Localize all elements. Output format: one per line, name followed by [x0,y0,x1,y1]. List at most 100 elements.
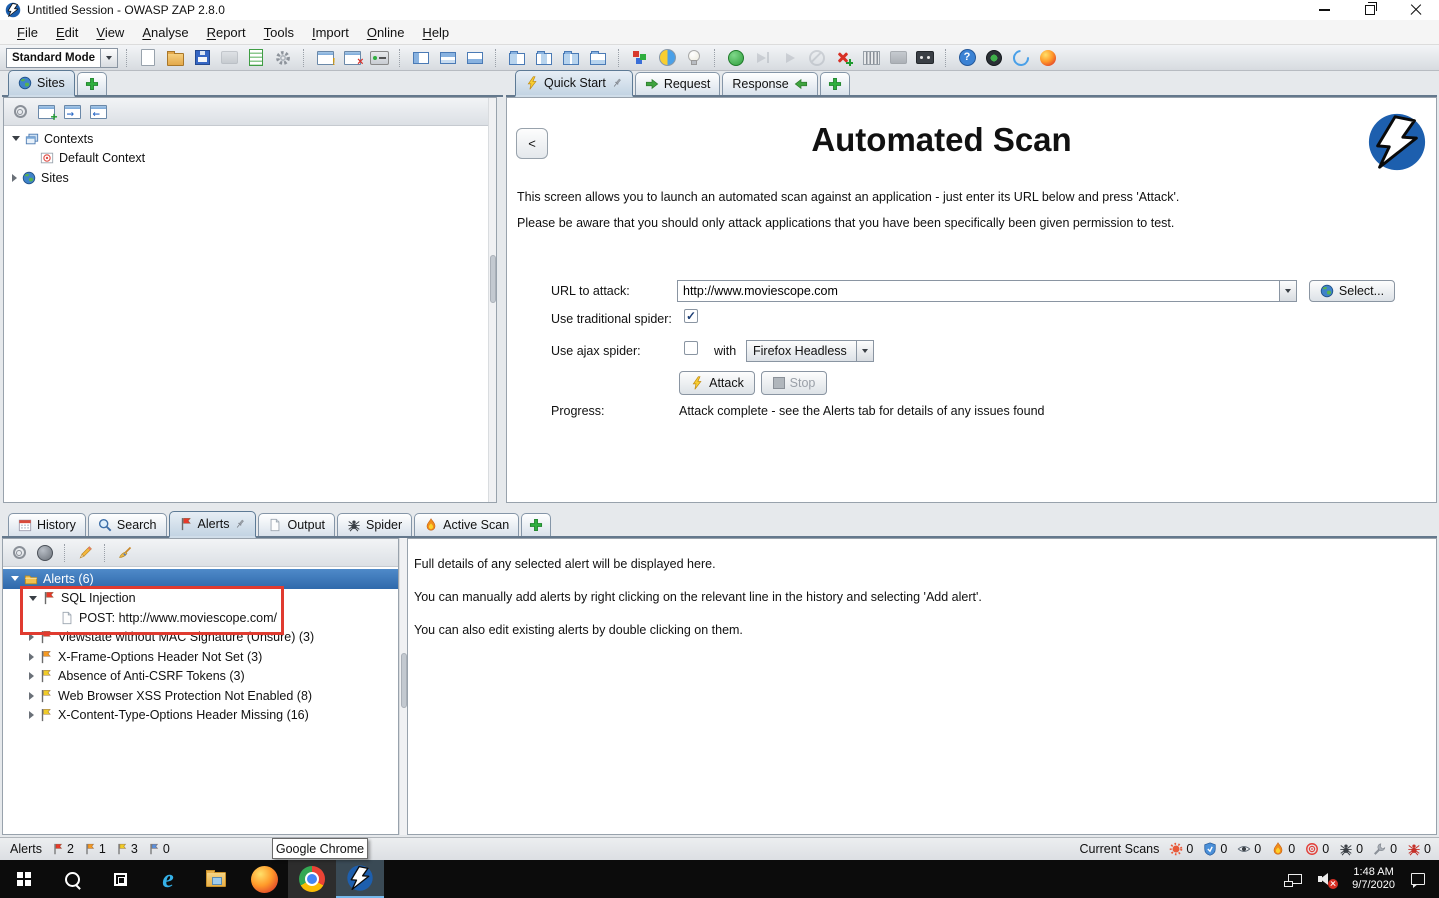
menu-view[interactable]: View [87,23,133,42]
sites-add-tab-button[interactable] [77,72,107,95]
menu-report[interactable]: Report [198,23,255,42]
tab-view-c-button[interactable] [559,47,583,69]
sites-scrollbar-thumb[interactable] [490,255,496,303]
tab-history[interactable]: History [8,513,86,536]
menu-file[interactable]: File [8,23,47,42]
browser-launch-button[interactable] [1009,47,1033,69]
hints-button[interactable] [682,47,706,69]
stop-button[interactable]: Stop [761,371,827,395]
tree-item-default-context[interactable]: Default Context [4,149,496,169]
expander-down-icon[interactable] [11,576,19,581]
menu-tools[interactable]: Tools [255,23,303,42]
browser-select[interactable]: Firefox Headless [746,340,874,362]
select-button[interactable]: Select... [1309,280,1395,302]
session-scope-button[interactable] [340,47,364,69]
tab-response[interactable]: Response [722,72,817,95]
menu-import[interactable]: Import [303,23,358,42]
tab-alerts[interactable]: Alerts [169,511,257,538]
alerts-scrollbar[interactable] [399,538,407,835]
alert-row-content-type[interactable]: X-Content-Type-Options Header Missing (1… [3,706,398,726]
layout-split-button[interactable] [436,47,460,69]
url-input[interactable] [678,284,1279,298]
chrome-taskbar-button[interactable] [288,860,336,898]
workspace-add-tab-button[interactable] [820,72,850,95]
check-updates-button[interactable] [655,47,679,69]
sites-scope-button[interactable] [8,101,32,123]
tab-view-a-button[interactable] [505,47,529,69]
alerts-globe-button[interactable] [33,542,57,564]
taskbar-search-button[interactable] [48,860,96,898]
network-icon[interactable] [1288,874,1302,884]
menu-help[interactable]: Help [413,23,458,42]
alert-row-xframe[interactable]: X-Frame-Options Header Not Set (3) [3,647,398,667]
alert-row-csrf[interactable]: Absence of Anti-CSRF Tokens (3) [3,667,398,687]
snapshot-session-button[interactable] [217,47,241,69]
sites-scrollbar[interactable] [488,98,496,502]
internet-explorer-button[interactable]: e [144,860,192,898]
minimize-button[interactable] [1301,0,1347,20]
zap-taskbar-button[interactable] [336,860,384,898]
clear-alerts-button[interactable] [113,542,137,564]
manage-addons-button[interactable] [628,47,652,69]
alerts-scope-button[interactable] [7,542,31,564]
break-add-button[interactable] [832,47,856,69]
import-context-button[interactable] [60,101,84,123]
tab-quick-start[interactable]: Quick Start [515,70,633,97]
expander-right-icon[interactable] [12,174,17,182]
tab-active-scan[interactable]: Active Scan [414,513,519,536]
help-button[interactable] [955,47,979,69]
restore-button[interactable] [1347,0,1393,20]
record-button[interactable] [724,47,748,69]
ajax-spider-checkbox[interactable] [684,341,698,355]
menu-edit[interactable]: Edit [47,23,87,42]
firefox-launch-button[interactable] [1036,47,1060,69]
layout-full-button[interactable] [463,47,487,69]
alert-row-xss-protection[interactable]: Web Browser XSS Protection Not Enabled (… [3,686,398,706]
volume-muted-icon[interactable] [1318,872,1336,886]
mode-toggle-button[interactable] [367,47,391,69]
options-button[interactable] [271,47,295,69]
mode-select[interactable]: Standard Mode [6,48,118,68]
tab-view-b-button[interactable] [532,47,556,69]
continue-button[interactable] [778,47,802,69]
taskbar-clock[interactable]: 1:48 AM 9/7/2020 [1352,866,1395,892]
action-center-icon[interactable] [1411,873,1425,885]
task-view-button[interactable] [96,860,144,898]
menu-online[interactable]: Online [358,23,414,42]
filter-button[interactable] [859,47,883,69]
tab-sites[interactable]: Sites [8,70,75,97]
hud-button[interactable] [982,47,1006,69]
tab-spider[interactable]: Spider [337,513,412,536]
session-properties-button[interactable] [313,47,337,69]
start-button[interactable] [0,860,48,898]
scan-policy-button[interactable] [886,47,910,69]
persist-session-button[interactable] [190,47,214,69]
expander-right-icon[interactable] [29,692,34,700]
new-session-button[interactable] [136,47,160,69]
edit-alert-button[interactable] [73,542,97,564]
tab-view-d-button[interactable] [586,47,610,69]
export-context-button[interactable] [86,101,110,123]
tree-item-contexts[interactable]: Contexts [4,129,496,149]
bottom-add-tab-button[interactable] [521,513,551,536]
new-context-button[interactable] [34,101,58,123]
expander-right-icon[interactable] [29,711,34,719]
step-button[interactable] [751,47,775,69]
tab-output[interactable]: Output [258,513,335,536]
layout-left-button[interactable] [409,47,433,69]
tab-search[interactable]: Search [88,513,167,536]
expander-right-icon[interactable] [29,672,34,680]
script-console-button[interactable] [913,47,937,69]
file-explorer-button[interactable] [192,860,240,898]
url-dropdown-button[interactable] [1279,281,1296,301]
tree-item-sites[interactable]: Sites [4,168,496,188]
attack-button[interactable]: Attack [679,371,755,395]
tab-request[interactable]: Request [635,72,721,95]
generate-report-button[interactable] [244,47,268,69]
stop-button-toolbar[interactable] [805,47,829,69]
mode-select-arrow[interactable] [100,49,117,67]
close-button[interactable] [1393,0,1439,20]
expander-right-icon[interactable] [29,653,34,661]
open-session-button[interactable] [163,47,187,69]
expander-down-icon[interactable] [12,136,20,141]
